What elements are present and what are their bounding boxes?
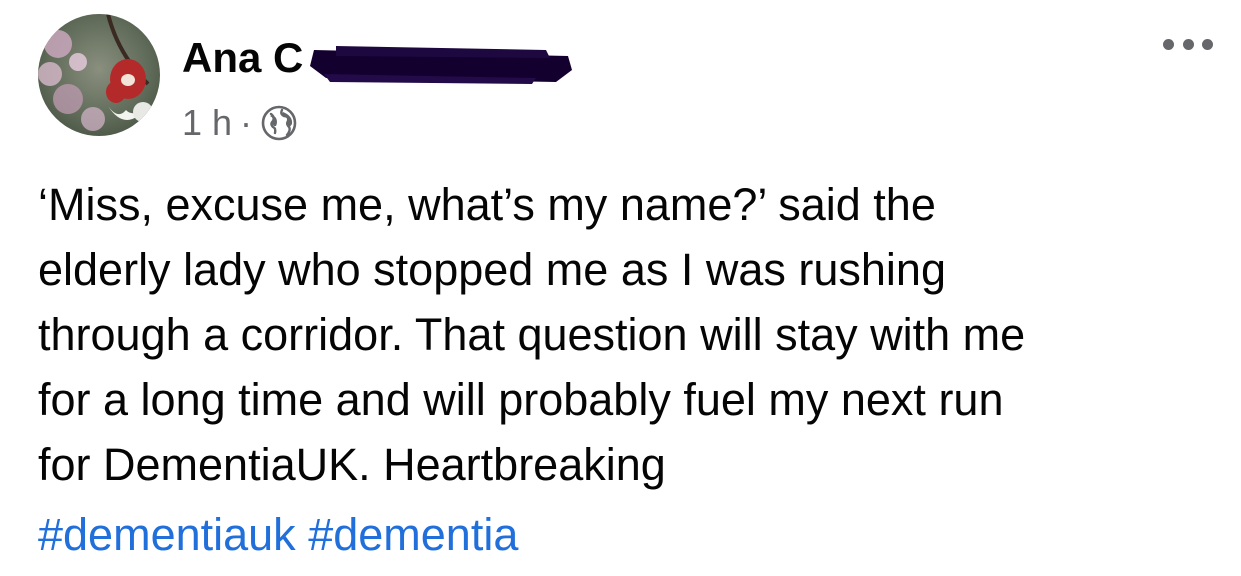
more-options-dot [1202, 38, 1213, 50]
post-meta: 1 h · [182, 100, 298, 146]
redaction-mark [310, 46, 572, 84]
post-body-line: ‘Miss, excuse me, what’s my name?’ said … [38, 179, 936, 230]
hashtag-link[interactable]: #dementia [308, 509, 518, 560]
hashtag-link[interactable]: #dementiauk [38, 509, 296, 560]
post-body-line: for DementiaUK. Heartbreaking [38, 439, 666, 490]
post-body-line: through a corridor. That question will s… [38, 309, 1026, 360]
globe-icon [261, 105, 297, 141]
author-avatar[interactable] [38, 14, 160, 136]
post-body-line: elderly lady who stopped me as I was rus… [38, 244, 946, 295]
hashtag-list: #dementiauk #dementia [38, 502, 518, 567]
more-options-dot [1182, 38, 1194, 50]
post-body: ‘Miss, excuse me, what’s my name?’ said … [38, 172, 1218, 497]
post-body-line: for a long time and will probably fuel m… [38, 374, 1004, 425]
more-options-button[interactable] [1163, 36, 1213, 52]
more-options-dot [1163, 38, 1174, 50]
meta-separator: · [240, 102, 253, 143]
author-name[interactable]: Ana C [182, 32, 303, 84]
post-timestamp[interactable]: 1 h [182, 102, 232, 144]
